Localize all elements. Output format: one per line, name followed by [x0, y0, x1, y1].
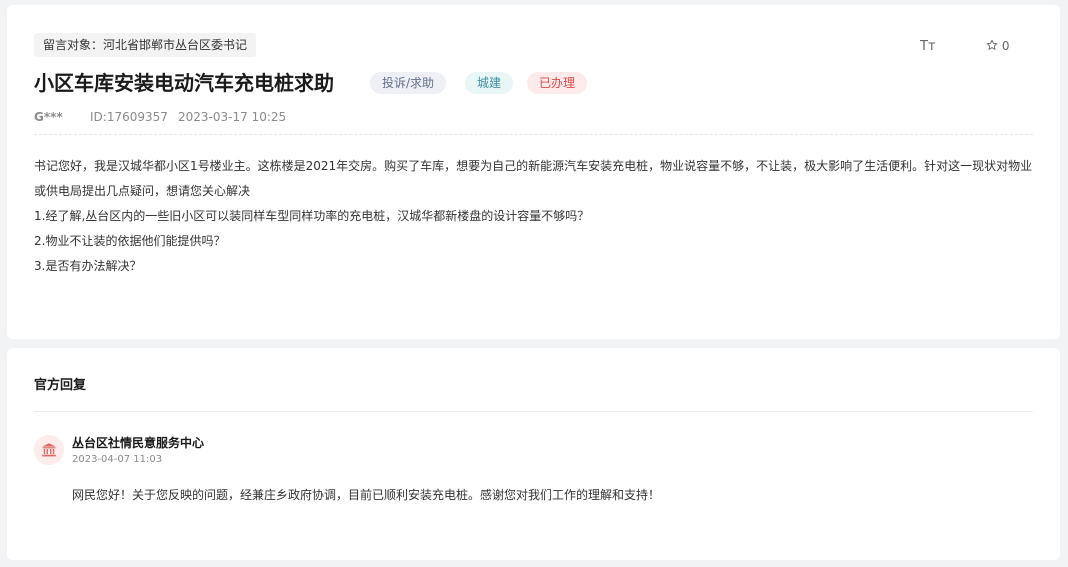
divider: [34, 411, 1033, 412]
body-paragraph: 2.物业不让装的依据他们能提供吗？: [34, 234, 226, 248]
favorite-count: 0: [1001, 39, 1010, 53]
tag-field[interactable]: 城建: [465, 72, 514, 94]
reply-heading: 官方回复: [34, 378, 87, 393]
reply-org-name: 丛台区社情民意服务中心: [72, 436, 205, 450]
tag-category[interactable]: 投诉/求助: [370, 72, 447, 94]
font-size-toggle-button[interactable]: Tт: [920, 39, 936, 54]
message-card: 留言对象：河北省邯郸市丛台区委书记 Tт 0 小区车库安装电动汽车充电桩求助 投…: [7, 5, 1060, 339]
divider: [34, 134, 1033, 135]
recipient-label: 留言对象：河北省邯郸市丛台区委书记: [34, 33, 257, 57]
body-paragraph: 1.经了解,丛台区内的一些旧小区可以装同样车型同样功率的充电桩，汉城华都新楼盘的…: [34, 209, 590, 223]
star-outline-icon: [986, 39, 1002, 53]
government-building-icon: [34, 435, 64, 465]
message-title: 小区车库安装电动汽车充电桩求助: [34, 71, 334, 95]
author-name: G***: [34, 110, 63, 124]
message-id: ID:17609357: [90, 110, 168, 124]
message-datetime: 2023-03-17 10:25: [178, 110, 287, 124]
favorite-button[interactable]: 0: [986, 39, 1009, 53]
status-badge: 已办理: [527, 72, 588, 94]
body-paragraph: 书记您好，我是汉城华都小区1号楼业主。这栋楼是2021年交房。购买了车库，想要为…: [34, 159, 1033, 198]
body-paragraph: 3.是否有办法解决？: [34, 259, 142, 273]
reply-datetime: 2023-04-07 11:03: [72, 454, 163, 465]
reply-text: 网民您好！关于您反映的问题，经兼庄乡政府协调，目前已顺利安装充电桩。感谢您对我们…: [72, 488, 661, 502]
font-size-icon: Tт: [920, 39, 936, 54]
message-body: 书记您好，我是汉城华都小区1号楼业主。这栋楼是2021年交房。购买了车库，想要为…: [34, 154, 1034, 279]
official-reply-card: 官方回复 丛台区社情民意服务中心 2023-04-07 11:03 网民您好！关…: [7, 348, 1060, 560]
